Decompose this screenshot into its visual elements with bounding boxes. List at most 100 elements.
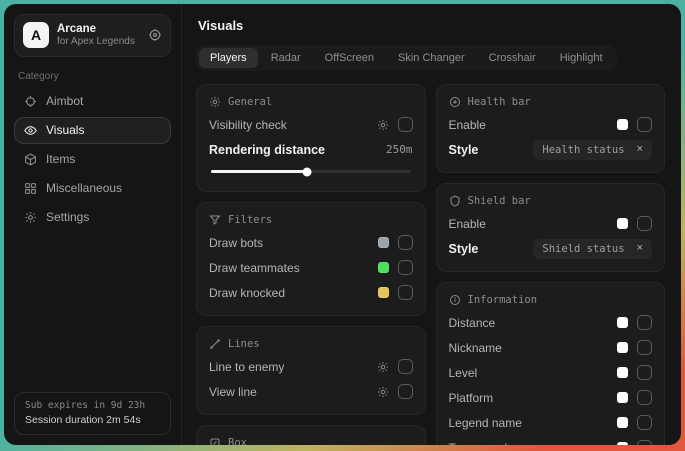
- card-title: Information: [468, 294, 538, 306]
- sidebar-item-label: Miscellaneous: [46, 181, 122, 195]
- sidebar-nav: Aimbot Visuals Ite: [14, 88, 171, 231]
- tab-radar[interactable]: Radar: [260, 48, 312, 68]
- color-swatch[interactable]: [378, 287, 389, 298]
- platform-checkbox[interactable]: [637, 390, 652, 405]
- line-to-enemy-checkbox[interactable]: [398, 359, 413, 374]
- distance-checkbox[interactable]: [637, 315, 652, 330]
- sidebar: A Arcane for Apex Legends Category: [4, 4, 182, 445]
- card-filters: Filters Draw bots Draw teammates: [196, 202, 426, 316]
- draw-bots-checkbox[interactable]: [398, 235, 413, 250]
- app-window: A Arcane for Apex Legends Category: [4, 4, 681, 445]
- tab-offscreen[interactable]: OffScreen: [314, 48, 385, 68]
- close-icon[interactable]: ×: [637, 243, 643, 254]
- row-label: Enable: [449, 118, 486, 132]
- row-label: Rendering distance: [209, 143, 325, 157]
- row-label: View line: [209, 385, 257, 399]
- row-label: Draw knocked: [209, 286, 285, 300]
- card-title: General: [228, 96, 272, 108]
- slider-fill: [211, 170, 307, 173]
- card-information: Information Distance Nickname: [436, 282, 666, 445]
- row-label: Enable: [449, 217, 486, 231]
- team-number-checkbox[interactable]: [637, 440, 652, 445]
- target-icon[interactable]: [148, 28, 162, 42]
- sidebar-item-miscellaneous[interactable]: Miscellaneous: [14, 175, 171, 202]
- sub-expires-text: Sub expires in 9d 23h: [25, 400, 160, 411]
- row-label: Team number: [449, 441, 522, 446]
- row-label: Level: [449, 366, 478, 380]
- sidebar-item-settings[interactable]: Settings: [14, 204, 171, 231]
- color-swatch[interactable]: [617, 367, 628, 378]
- color-swatch[interactable]: [378, 237, 389, 248]
- slider-thumb[interactable]: [302, 167, 311, 176]
- gear-icon[interactable]: [377, 119, 389, 131]
- chip-value: Health status: [542, 144, 624, 156]
- color-swatch[interactable]: [617, 417, 628, 428]
- visibility-check-checkbox[interactable]: [398, 117, 413, 132]
- nickname-checkbox[interactable]: [637, 340, 652, 355]
- rendering-distance-value: 250m: [386, 143, 413, 156]
- draw-bots-row: Draw bots: [209, 230, 413, 255]
- health-style-row: Style Health status ×: [449, 137, 653, 162]
- color-swatch[interactable]: [378, 262, 389, 273]
- color-swatch[interactable]: [617, 218, 628, 229]
- level-row: Level: [449, 360, 653, 385]
- card-health-bar: Health bar Enable Style H: [436, 84, 666, 173]
- level-checkbox[interactable]: [637, 365, 652, 380]
- color-swatch[interactable]: [617, 342, 628, 353]
- row-label: Draw bots: [209, 236, 263, 250]
- app-header-card: A Arcane for Apex Legends: [14, 14, 171, 57]
- subscription-status-box: Sub expires in 9d 23h Session duration 2…: [14, 392, 171, 435]
- app-logo: A: [23, 22, 49, 48]
- sidebar-item-aimbot[interactable]: Aimbot: [14, 88, 171, 115]
- rendering-distance-slider[interactable]: [211, 170, 411, 173]
- gear-icon[interactable]: [377, 361, 389, 373]
- platform-row: Platform: [449, 385, 653, 410]
- draw-teammates-row: Draw teammates: [209, 255, 413, 280]
- main-panel: Visuals Players Radar OffScreen Skin Cha…: [182, 4, 681, 445]
- row-label: Nickname: [449, 341, 502, 355]
- legend-name-checkbox[interactable]: [637, 415, 652, 430]
- health-enable-row: Enable: [449, 112, 653, 137]
- session-duration-text: Session duration 2m 54s: [25, 414, 160, 426]
- shield-icon: [449, 195, 461, 207]
- color-swatch[interactable]: [617, 442, 628, 445]
- card-title: Lines: [228, 338, 260, 350]
- app-meta: Arcane for Apex Legends: [57, 22, 140, 49]
- color-swatch[interactable]: [617, 317, 628, 328]
- sidebar-item-visuals[interactable]: Visuals: [14, 117, 171, 144]
- shield-enable-checkbox[interactable]: [637, 216, 652, 231]
- tab-skin-changer[interactable]: Skin Changer: [387, 48, 476, 68]
- draw-knocked-checkbox[interactable]: [398, 285, 413, 300]
- tab-highlight[interactable]: Highlight: [549, 48, 614, 68]
- left-column: General Visibility check: [196, 84, 426, 445]
- shield-style-select[interactable]: Shield status ×: [533, 239, 652, 259]
- card-title: Filters: [228, 214, 272, 226]
- sidebar-item-label: Visuals: [46, 123, 84, 137]
- team-number-row: Team number: [449, 435, 653, 445]
- legend-name-row: Legend name: [449, 410, 653, 435]
- draw-teammates-checkbox[interactable]: [398, 260, 413, 275]
- cube-icon: [24, 153, 37, 166]
- grid-icon: [24, 182, 37, 195]
- eye-icon: [24, 124, 37, 137]
- card-general: General Visibility check: [196, 84, 426, 192]
- tab-players[interactable]: Players: [199, 48, 258, 68]
- color-swatch[interactable]: [617, 119, 628, 130]
- view-line-checkbox[interactable]: [398, 384, 413, 399]
- tab-crosshair[interactable]: Crosshair: [478, 48, 547, 68]
- close-icon[interactable]: ×: [637, 144, 643, 155]
- row-label: Style: [449, 143, 479, 157]
- row-label: Draw teammates: [209, 261, 300, 275]
- color-swatch[interactable]: [617, 392, 628, 403]
- gear-icon: [24, 211, 37, 224]
- shield-enable-row: Enable: [449, 211, 653, 236]
- health-enable-checkbox[interactable]: [637, 117, 652, 132]
- right-column: Health bar Enable Style H: [436, 84, 666, 445]
- funnel-icon: [209, 214, 221, 226]
- row-label: Visibility check: [209, 118, 287, 132]
- sidebar-item-items[interactable]: Items: [14, 146, 171, 173]
- row-label: Line to enemy: [209, 360, 284, 374]
- line-to-enemy-row: Line to enemy: [209, 354, 413, 379]
- health-style-select[interactable]: Health status ×: [533, 140, 652, 160]
- gear-icon[interactable]: [377, 386, 389, 398]
